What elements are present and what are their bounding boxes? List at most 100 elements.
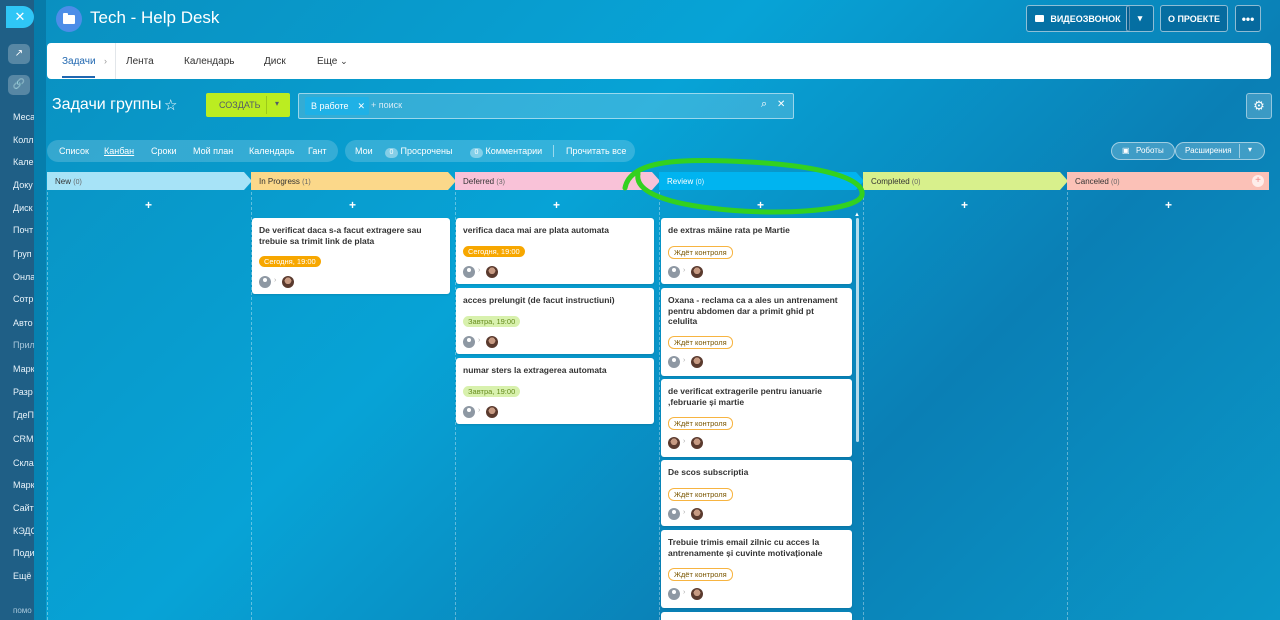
task-card[interactable]: De scos subscriptia Ждёт контроля › xyxy=(661,460,852,526)
sidebar-footer[interactable]: помо xyxy=(13,606,32,615)
sidebar-item[interactable]: ГдеП xyxy=(13,410,34,420)
view-kanban[interactable]: Канбан xyxy=(104,146,134,156)
video-call-button[interactable]: ВИДЕОЗВОНОК xyxy=(1026,5,1130,32)
tab-calendar[interactable]: Календарь xyxy=(184,56,234,67)
avatar[interactable] xyxy=(691,508,703,520)
search-icon[interactable]: ⌕ xyxy=(761,98,767,111)
task-card[interactable]: De verificat daca s-a facut extragere sa… xyxy=(252,218,450,294)
sidebar-item[interactable]: Разр xyxy=(13,387,33,397)
sidebar-item[interactable]: Сайт xyxy=(13,503,34,513)
sidebar-item[interactable]: Марк xyxy=(13,480,34,490)
avatar[interactable] xyxy=(486,266,498,278)
sidebar-item[interactable]: Поди xyxy=(13,548,34,558)
sidebar-item[interactable]: Кале xyxy=(13,157,34,167)
tab-tasks[interactable]: Задачи xyxy=(62,56,96,67)
task-card[interactable]: Trebuie trimis email zilnic cu acces la … xyxy=(661,530,852,608)
counter-comments[interactable]: 0 Комментарии xyxy=(470,146,542,158)
user-icon[interactable] xyxy=(259,276,271,288)
sidebar-item[interactable]: Почт xyxy=(13,225,33,235)
view-calendar[interactable]: Календарь xyxy=(249,146,294,156)
status-badge[interactable]: Ждёт контроля xyxy=(668,336,733,349)
column-canceled[interactable]: Canceled (0) + xyxy=(1067,172,1269,190)
close-icon[interactable]: ✕ xyxy=(6,6,34,28)
deadline-badge[interactable]: Завтра, 19:00 xyxy=(463,316,521,327)
sidebar-item[interactable]: Прил xyxy=(13,340,34,350)
remove-chip-icon[interactable]: ✕ xyxy=(357,97,365,115)
counter-mine[interactable]: Мои xyxy=(355,146,373,156)
user-icon[interactable] xyxy=(668,508,680,520)
sidebar-item[interactable]: Авто xyxy=(13,318,33,328)
sidebar-item[interactable]: Диск xyxy=(13,203,33,213)
sidebar-item[interactable]: Скла xyxy=(13,458,34,468)
chevron-down-icon[interactable]: ▾ xyxy=(275,99,279,108)
status-badge[interactable]: Ждёт контроля xyxy=(668,568,733,581)
task-title[interactable]: Trebuie trimis email zilnic cu acces la … xyxy=(668,537,844,558)
gear-icon[interactable]: ⚙ xyxy=(1246,93,1272,119)
star-icon[interactable]: ☆ xyxy=(164,96,177,114)
task-title[interactable]: de verificat extragerile pentru ianuarie… xyxy=(668,386,844,407)
sidebar-item[interactable]: Колл xyxy=(13,135,34,145)
task-card-partial[interactable] xyxy=(661,612,852,620)
add-task-icon[interactable]: + xyxy=(553,198,560,212)
avatar[interactable] xyxy=(486,336,498,348)
user-icon[interactable] xyxy=(668,588,680,600)
column-new[interactable]: New (0) xyxy=(47,172,252,190)
clear-search-icon[interactable]: ✕ xyxy=(777,99,785,110)
task-card[interactable]: de verificat extragerile pentru ianuarie… xyxy=(661,379,852,457)
counter-overdue[interactable]: 0 Просрочены xyxy=(385,146,452,158)
external-link-icon[interactable]: ↗ xyxy=(8,44,30,64)
tab-feed[interactable]: Лента xyxy=(126,56,154,67)
sidebar-item[interactable]: КЭДО xyxy=(13,526,34,536)
add-column-icon[interactable]: + xyxy=(1252,175,1264,187)
sidebar-item[interactable]: Онла xyxy=(13,272,34,282)
task-card[interactable]: de extras măine rata pe Martie Ждёт конт… xyxy=(661,218,852,284)
status-badge[interactable]: Ждёт контроля xyxy=(668,417,733,430)
video-call-dropdown[interactable]: ▾ xyxy=(1126,5,1154,32)
avatar[interactable] xyxy=(282,276,294,288)
sidebar-item[interactable]: Марк xyxy=(13,364,34,374)
status-badge[interactable]: Ждёт контроля xyxy=(668,488,733,501)
task-title[interactable]: de extras măine rata pe Martie xyxy=(668,225,844,236)
column-completed[interactable]: Completed (0) xyxy=(863,172,1068,190)
sidebar-item[interactable]: Меса xyxy=(13,112,34,122)
view-my-plan[interactable]: Мой план xyxy=(193,146,233,156)
view-gantt[interactable]: Гант xyxy=(308,146,326,156)
status-badge[interactable]: Ждёт контроля xyxy=(668,246,733,259)
task-title[interactable]: Oxana - reclama ca a ales un antrenament… xyxy=(668,295,844,327)
user-icon[interactable] xyxy=(668,266,680,278)
filter-chip[interactable]: В работе ✕ xyxy=(305,97,369,115)
extensions-button[interactable]: Расширения ▾ xyxy=(1175,142,1265,160)
tab-disk[interactable]: Диск xyxy=(264,56,286,67)
tab-more[interactable]: Еще ⌄ xyxy=(317,56,348,67)
task-title[interactable]: acces prelungit (de facut instructiuni) xyxy=(463,295,646,306)
sidebar-item[interactable]: Доку xyxy=(13,180,33,190)
user-icon[interactable] xyxy=(668,356,680,368)
user-icon[interactable] xyxy=(463,266,475,278)
robots-button[interactable]: ▣ Роботы xyxy=(1111,142,1175,160)
avatar[interactable] xyxy=(668,437,680,449)
link-icon[interactable]: 🔗 xyxy=(8,75,30,95)
add-task-icon[interactable]: + xyxy=(349,198,356,212)
view-deadlines[interactable]: Сроки xyxy=(151,146,176,156)
task-card[interactable]: verifica daca mai are plata automata Сег… xyxy=(456,218,654,284)
chevron-down-icon[interactable]: ▾ xyxy=(1248,145,1252,154)
sidebar-item[interactable]: Груп xyxy=(13,249,32,259)
sidebar-item[interactable]: Сотр xyxy=(13,294,33,304)
create-button[interactable]: СОЗДАТЬ ▾ xyxy=(206,93,290,117)
avatar[interactable] xyxy=(691,356,703,368)
user-icon[interactable] xyxy=(463,406,475,418)
add-task-icon[interactable]: + xyxy=(145,198,152,212)
task-card[interactable]: Oxana - reclama ca a ales un antrenament… xyxy=(661,288,852,376)
deadline-badge[interactable]: Сегодня, 19:00 xyxy=(259,256,321,267)
deadline-badge[interactable]: Сегодня, 19:00 xyxy=(463,246,525,257)
avatar[interactable] xyxy=(486,406,498,418)
task-title[interactable]: verifica daca mai are plata automata xyxy=(463,225,646,236)
about-project-button[interactable]: О ПРОЕКТЕ xyxy=(1160,5,1228,32)
avatar[interactable] xyxy=(691,266,703,278)
task-title[interactable]: De scos subscriptia xyxy=(668,467,844,478)
task-card[interactable]: numar sters la extragerea automata Завтр… xyxy=(456,358,654,424)
read-all-button[interactable]: Прочитать все xyxy=(566,146,626,156)
task-card[interactable]: acces prelungit (de facut instructiuni) … xyxy=(456,288,654,354)
sidebar-item[interactable]: Ещё xyxy=(13,571,31,581)
avatar[interactable] xyxy=(691,437,703,449)
